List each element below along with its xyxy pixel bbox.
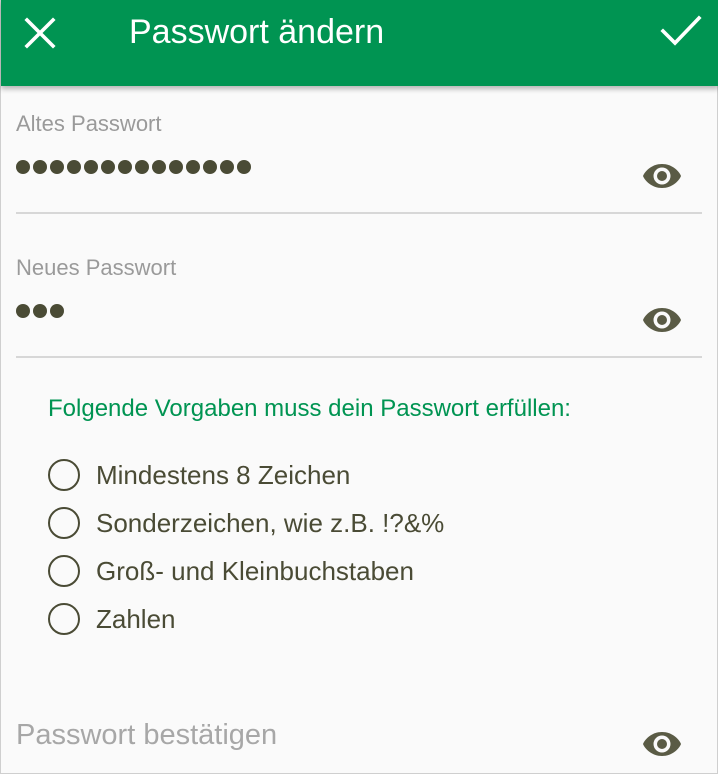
requirement-min-length[interactable]: Mindestens 8 Zeichen <box>48 451 688 499</box>
requirement-numbers[interactable]: Zahlen <box>48 595 688 643</box>
requirement-label: Groß- und Kleinbuchstaben <box>96 556 414 586</box>
old-password-label: Altes Passwort <box>16 111 162 136</box>
password-dot <box>16 304 30 318</box>
new-password-underline <box>16 356 702 358</box>
toggle-new-password-visibility[interactable] <box>638 300 686 340</box>
confirm-password-field[interactable]: Passwort bestätigen <box>16 712 702 762</box>
password-dot <box>186 160 200 174</box>
requirement-label: Mindestens 8 Zeichen <box>96 460 351 490</box>
toggle-old-password-visibility[interactable] <box>638 156 686 196</box>
password-dot <box>152 160 166 174</box>
radio-unchecked-icon <box>48 459 80 491</box>
page-title: Passwort ändern <box>129 13 385 51</box>
requirements-heading: Folgende Vorgaben muss dein Passwort erf… <box>48 395 571 422</box>
app-bar: Passwort ändern <box>1 0 718 86</box>
password-dot <box>33 304 47 318</box>
requirement-label: Sonderzeichen, wie z.B. !?&% <box>96 508 445 538</box>
password-dot <box>118 160 132 174</box>
old-password-field: Altes Passwort <box>16 108 702 216</box>
requirement-special-chars[interactable]: Sonderzeichen, wie z.B. !?&% <box>48 499 688 547</box>
new-password-input[interactable] <box>16 304 64 318</box>
requirement-label: Zahlen <box>96 604 176 634</box>
old-password-input[interactable] <box>16 160 251 174</box>
password-requirements: Folgende Vorgaben muss dein Passwort erf… <box>48 394 688 643</box>
password-dot <box>237 160 251 174</box>
old-password-underline <box>16 212 702 214</box>
password-dot <box>67 160 81 174</box>
toggle-confirm-password-visibility[interactable] <box>638 724 686 764</box>
password-dot <box>220 160 234 174</box>
password-dot <box>101 160 115 174</box>
eye-icon <box>643 164 681 188</box>
new-password-field: Neues Passwort <box>16 252 702 360</box>
change-password-screen: Passwort ändern Altes Passwort Neues Pas… <box>0 0 718 774</box>
masked-password <box>16 304 64 318</box>
close-button[interactable] <box>15 8 65 58</box>
radio-unchecked-icon <box>48 507 80 539</box>
check-icon <box>660 15 702 46</box>
eye-icon <box>643 732 681 756</box>
radio-unchecked-icon <box>48 603 80 635</box>
new-password-label: Neues Passwort <box>16 255 177 280</box>
radio-unchecked-icon <box>48 555 80 587</box>
confirm-password-placeholder: Passwort bestätigen <box>16 719 278 751</box>
password-dot <box>203 160 217 174</box>
eye-icon <box>643 308 681 332</box>
masked-password <box>16 160 251 174</box>
password-dot <box>169 160 183 174</box>
password-dot <box>16 160 30 174</box>
requirements-list: Mindestens 8 Zeichen Sonderzeichen, wie … <box>48 451 688 643</box>
password-dot <box>84 160 98 174</box>
password-dot <box>50 304 64 318</box>
password-dot <box>50 160 64 174</box>
close-icon <box>24 17 56 49</box>
confirm-button[interactable] <box>653 6 709 56</box>
requirement-mixed-case[interactable]: Groß- und Kleinbuchstaben <box>48 547 688 595</box>
password-dot <box>135 160 149 174</box>
password-dot <box>33 160 47 174</box>
